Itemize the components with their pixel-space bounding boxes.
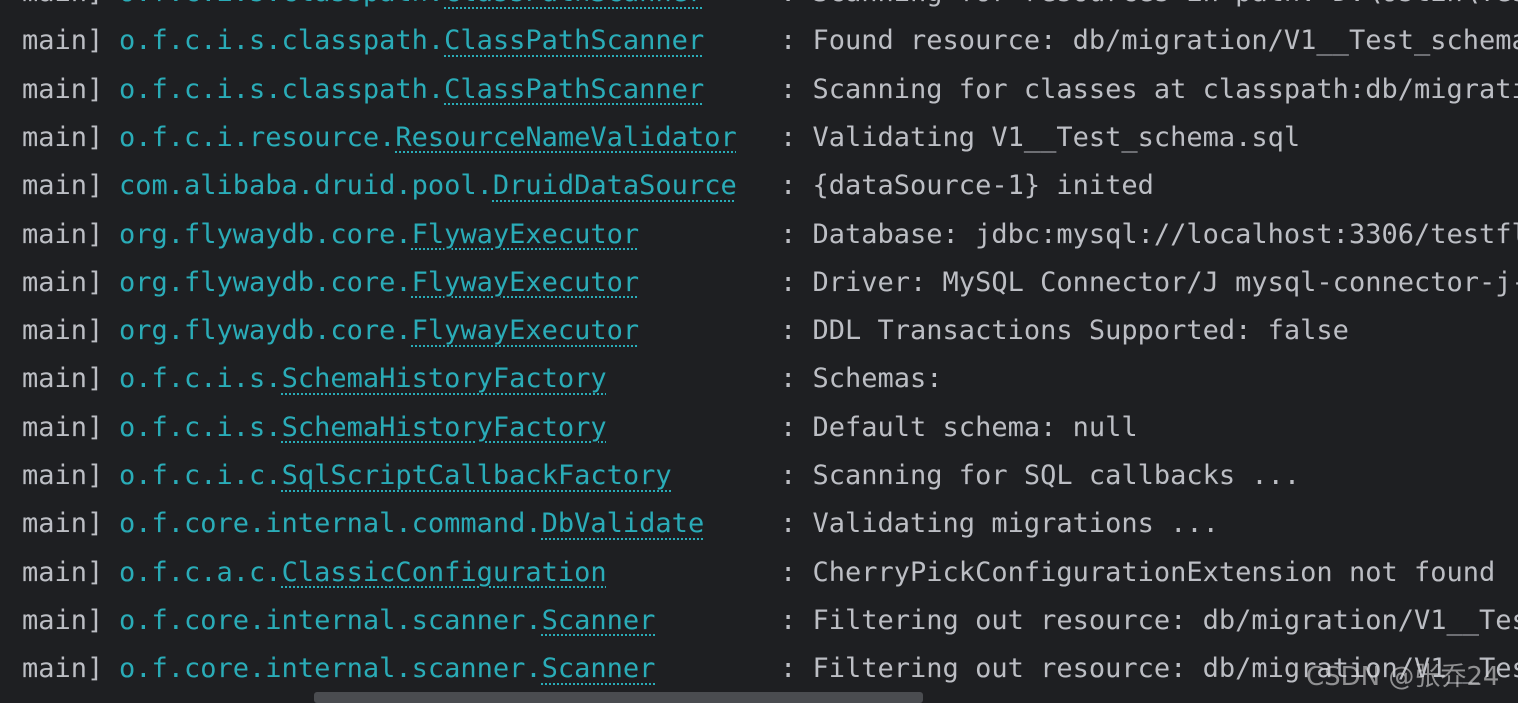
log-line: main] o.f.core.internal.scanner.Scanner : … xyxy=(22,597,1518,645)
logger-class-link[interactable]: SchemaHistoryFactory xyxy=(282,363,607,394)
log-line: main] o.f.core.internal.scanner.Scanner: … xyxy=(22,645,1518,693)
thread-name: main] xyxy=(22,508,104,540)
thread-name: main] xyxy=(22,411,104,443)
logger-name: org.flywaydb.core.FlywayExecutor xyxy=(119,211,639,259)
horizontal-scrollbar[interactable] xyxy=(314,692,923,703)
thread-name: main] xyxy=(22,315,104,347)
logger-name: o.f.c.i.s.SchemaHistoryFactory xyxy=(119,355,607,403)
logger-package: com.alibaba.druid.pool. xyxy=(119,170,493,202)
logger-name: o.f.c.i.s.SchemaHistoryFactory xyxy=(119,404,607,452)
logger-class-link[interactable]: SchemaHistoryFactory xyxy=(282,412,607,443)
logger-class-link[interactable]: FlywayExecutor xyxy=(412,315,640,346)
thread-name: main] xyxy=(22,604,104,636)
thread-name: main] xyxy=(22,460,104,491)
logger-name: o.f.core.internal.scanner.Scanner xyxy=(119,597,655,645)
logger-name: o.f.c.i.s.classpath.ClassPathScanner xyxy=(119,0,704,17)
thread-name: main] xyxy=(22,218,104,250)
log-line: main] o.f.c.a.c.ClassicConfiguration : Che… xyxy=(22,549,1518,597)
logger-name: org.flywaydb.core.FlywayExecutor xyxy=(119,307,639,355)
logger-package: o.f.c.i.s.classpath. xyxy=(119,25,445,57)
thread-name: main] xyxy=(22,170,104,202)
console-output: main] o.f.c.i.s.classpath.ClassPathScanne… xyxy=(0,0,1518,703)
thread-name: main] xyxy=(22,73,104,105)
logger-name: o.f.c.i.resource.ResourceNameValidator xyxy=(119,114,737,162)
logger-package: o.f.c.i.s. xyxy=(119,411,282,443)
logger-name: o.f.core.internal.scanner.Scanner xyxy=(119,645,655,693)
logger-name: o.f.core.internal.command.DbValidate xyxy=(119,500,704,548)
logger-package: o.f.core.internal.command. xyxy=(119,508,542,540)
log-message: : Validating V1__Test_schema.sql xyxy=(780,121,1301,153)
log-line: main] o.f.c.i.s.classpath.ClassPathScanne… xyxy=(22,0,1518,17)
logger-package: o.f.c.i.resource. xyxy=(119,121,396,153)
logger-class-link[interactable]: Scanner xyxy=(542,653,656,684)
log-line: main] org.flywaydb.core.FlywayExecutor : D… xyxy=(22,211,1518,259)
logger-class-link[interactable]: ResourceNameValidator xyxy=(395,122,736,153)
logger-name: o.f.c.a.c.ClassicConfiguration xyxy=(119,549,607,597)
thread-name: main] xyxy=(22,363,104,395)
logger-class-link[interactable]: DbValidate xyxy=(542,508,705,539)
log-line: main] o.f.c.i.s.SchemaHistoryFactory : Sch… xyxy=(22,355,1518,403)
log-line: main] o.f.c.i.resource.ResourceNameValida… xyxy=(22,114,1518,162)
logger-package: o.f.core.internal.scanner. xyxy=(119,604,542,636)
logger-package: o.f.c.i.s.classpath. xyxy=(119,73,445,105)
log-message: : Validating migrations ... xyxy=(780,508,1219,540)
log-line: main] o.f.c.i.s.classpath.ClassPathScanne… xyxy=(22,17,1518,65)
log-line: main] o.f.c.i.s.SchemaHistoryFactory : Def… xyxy=(22,404,1518,452)
log-message: : Scanning for resources in path: D:\ost… xyxy=(780,0,1518,17)
log-message: : CherryPickConfigurationExtension not f… xyxy=(780,556,1496,588)
log-message: : {dataSource-1} inited xyxy=(780,170,1154,202)
log-line: main] org.flywaydb.core.FlywayExecutor : D… xyxy=(22,259,1518,307)
thread-name: main] xyxy=(22,556,104,588)
thread-name: main] xyxy=(22,266,104,298)
log-line: main] o.f.core.internal.command.DbValidat… xyxy=(22,500,1518,548)
log-message: : Driver: MySQL Connector/J mysql-connec… xyxy=(780,266,1518,298)
log-message: : DDL Transactions Supported: false xyxy=(780,315,1349,347)
log-line: main] org.flywaydb.core.FlywayExecutor : D… xyxy=(22,307,1518,355)
logger-package: o.f.c.i.s. xyxy=(119,363,282,395)
logger-class-link[interactable]: DruidDataSource xyxy=(493,170,737,201)
log-message: : Filtering out resource: db/migration/V… xyxy=(780,604,1518,636)
thread-name: main] xyxy=(22,653,104,685)
logger-package: o.f.c.i.c. xyxy=(119,460,282,491)
log-message: : Scanning for SQL callbacks ... xyxy=(780,460,1301,491)
logger-class-link[interactable]: ClassPathScanner xyxy=(444,74,704,105)
log-line: main] o.f.c.i.s.classpath.ClassPathScanne… xyxy=(22,66,1518,114)
logger-package: o.f.core.internal.scanner. xyxy=(119,653,542,685)
thread-name: main] xyxy=(22,0,103,8)
logger-name: org.flywaydb.core.FlywayExecutor xyxy=(119,259,639,307)
thread-name: main] xyxy=(22,25,104,57)
logger-class-link[interactable]: FlywayExecutor xyxy=(412,267,640,298)
logger-name: o.f.c.i.s.classpath.ClassPathScanner xyxy=(119,17,704,65)
logger-class-link[interactable]: ClassicConfiguration xyxy=(282,557,607,588)
logger-name: o.f.c.i.s.classpath.ClassPathScanner xyxy=(119,66,704,114)
log-message: : Found resource: db/migration/V1__Test_… xyxy=(780,25,1518,57)
logger-package: org.flywaydb.core. xyxy=(119,266,412,298)
logger-package: org.flywaydb.core. xyxy=(119,315,412,347)
logger-class-link[interactable]: SqlScriptCallbackFactory xyxy=(282,460,672,491)
logger-package: o.f.c.i.s.classpath. xyxy=(119,0,444,8)
logger-class-link[interactable]: FlywayExecutor xyxy=(412,219,640,250)
log-message: : Schemas: xyxy=(780,363,943,395)
logger-name: o.f.c.i.c.SqlScriptCallbackFactory xyxy=(119,452,672,500)
logger-class-link[interactable]: Scanner xyxy=(542,605,656,636)
logger-package: o.f.c.a.c. xyxy=(119,556,282,588)
log-message: : Default schema: null xyxy=(780,411,1138,443)
logger-class-link[interactable]: ClassPathScanner xyxy=(444,25,704,56)
logger-name: com.alibaba.druid.pool.DruidDataSource xyxy=(119,162,737,210)
logger-package: org.flywaydb.core. xyxy=(119,218,412,250)
log-message: : Scanning for classes at classpath:db/m… xyxy=(780,73,1518,105)
watermark: CSDN @张乔24 xyxy=(1306,662,1500,692)
log-message: : Database: jdbc:mysql://localhost:3306/… xyxy=(780,218,1518,250)
logger-class-link[interactable]: ClassPathScanner xyxy=(444,0,704,8)
log-line: main] com.alibaba.druid.pool.DruidDataSou… xyxy=(22,162,1518,210)
log-line: main] o.f.c.i.c.SqlScriptCallbackFactory:… xyxy=(22,452,1518,500)
thread-name: main] xyxy=(22,121,104,153)
